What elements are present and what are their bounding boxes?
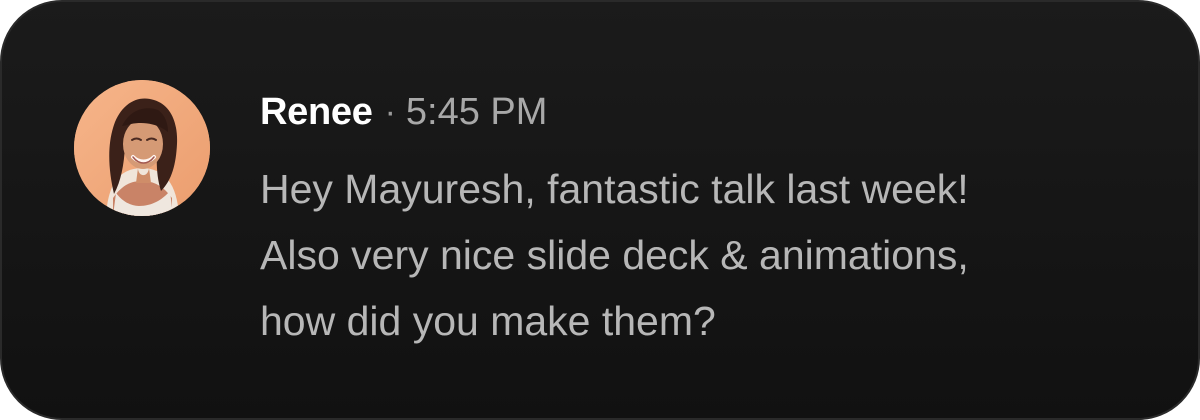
avatar-photo-icon [74, 80, 210, 216]
header-separator: · [384, 93, 396, 131]
message-body: Hey Mayuresh, fantastic talk last week! … [260, 156, 1140, 354]
message-line: Also very nice slide deck & animations, [260, 232, 969, 278]
avatar[interactable] [74, 80, 210, 216]
message-header: Renee · 5:45 PM [260, 86, 547, 138]
message-card: Renee · 5:45 PM Hey Mayuresh, fantastic … [0, 0, 1200, 420]
sender-name[interactable]: Renee [260, 86, 373, 138]
message-line: how did you make them? [260, 298, 716, 344]
message-time: 5:45 PM [405, 91, 548, 133]
message-line: Hey Mayuresh, fantastic talk last week! [260, 166, 969, 212]
